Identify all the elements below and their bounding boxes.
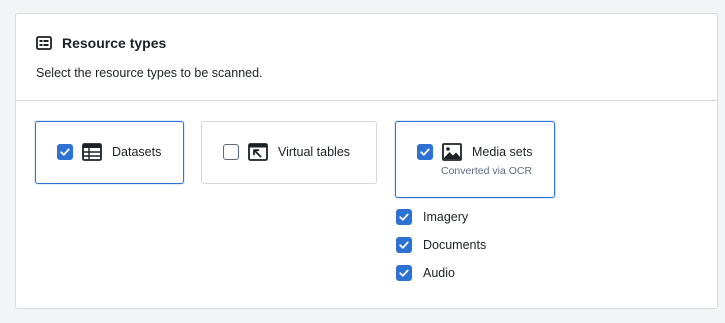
documents-checkbox[interactable] [396, 237, 412, 253]
documents-label: Documents [423, 238, 487, 252]
section-description: Select the resource types to be scanned. [36, 66, 263, 80]
checkmark-icon [399, 241, 409, 249]
media-sets-checkbox[interactable] [417, 144, 433, 160]
checkmark-icon [399, 213, 409, 221]
imagery-label: Imagery [423, 210, 469, 224]
datasets-label: Datasets [112, 145, 162, 159]
checkmark-icon [399, 269, 409, 277]
audio-checkbox[interactable] [396, 265, 412, 281]
table-icon [82, 143, 102, 161]
virtual-table-icon [248, 143, 268, 161]
media-image-icon [442, 143, 462, 161]
option-documents[interactable]: Documents [396, 237, 486, 253]
card-datasets[interactable]: Datasets [35, 121, 184, 184]
section-title: Resource types [62, 35, 167, 51]
panel-header: Resource types Select the resource types… [16, 14, 717, 101]
audio-label: Audio [423, 266, 455, 280]
datasets-checkbox[interactable] [57, 144, 73, 160]
media-sets-sublabel: Converted via OCR [441, 165, 533, 177]
option-audio[interactable]: Audio [396, 265, 455, 281]
imagery-checkbox[interactable] [396, 209, 412, 225]
card-virtual-tables[interactable]: Virtual tables [201, 121, 377, 184]
virtual-tables-checkbox[interactable] [223, 144, 239, 160]
properties-icon [36, 35, 52, 51]
virtual-tables-label: Virtual tables [278, 145, 351, 159]
checkmark-icon [420, 148, 430, 156]
resource-types-panel: Resource types Select the resource types… [15, 13, 718, 309]
media-sets-label: Media sets [472, 145, 533, 159]
title-row: Resource types [36, 35, 166, 51]
checkmark-icon [60, 148, 70, 156]
card-media-sets[interactable]: Media sets Converted via OCR [395, 121, 555, 198]
option-imagery[interactable]: Imagery [396, 209, 468, 225]
